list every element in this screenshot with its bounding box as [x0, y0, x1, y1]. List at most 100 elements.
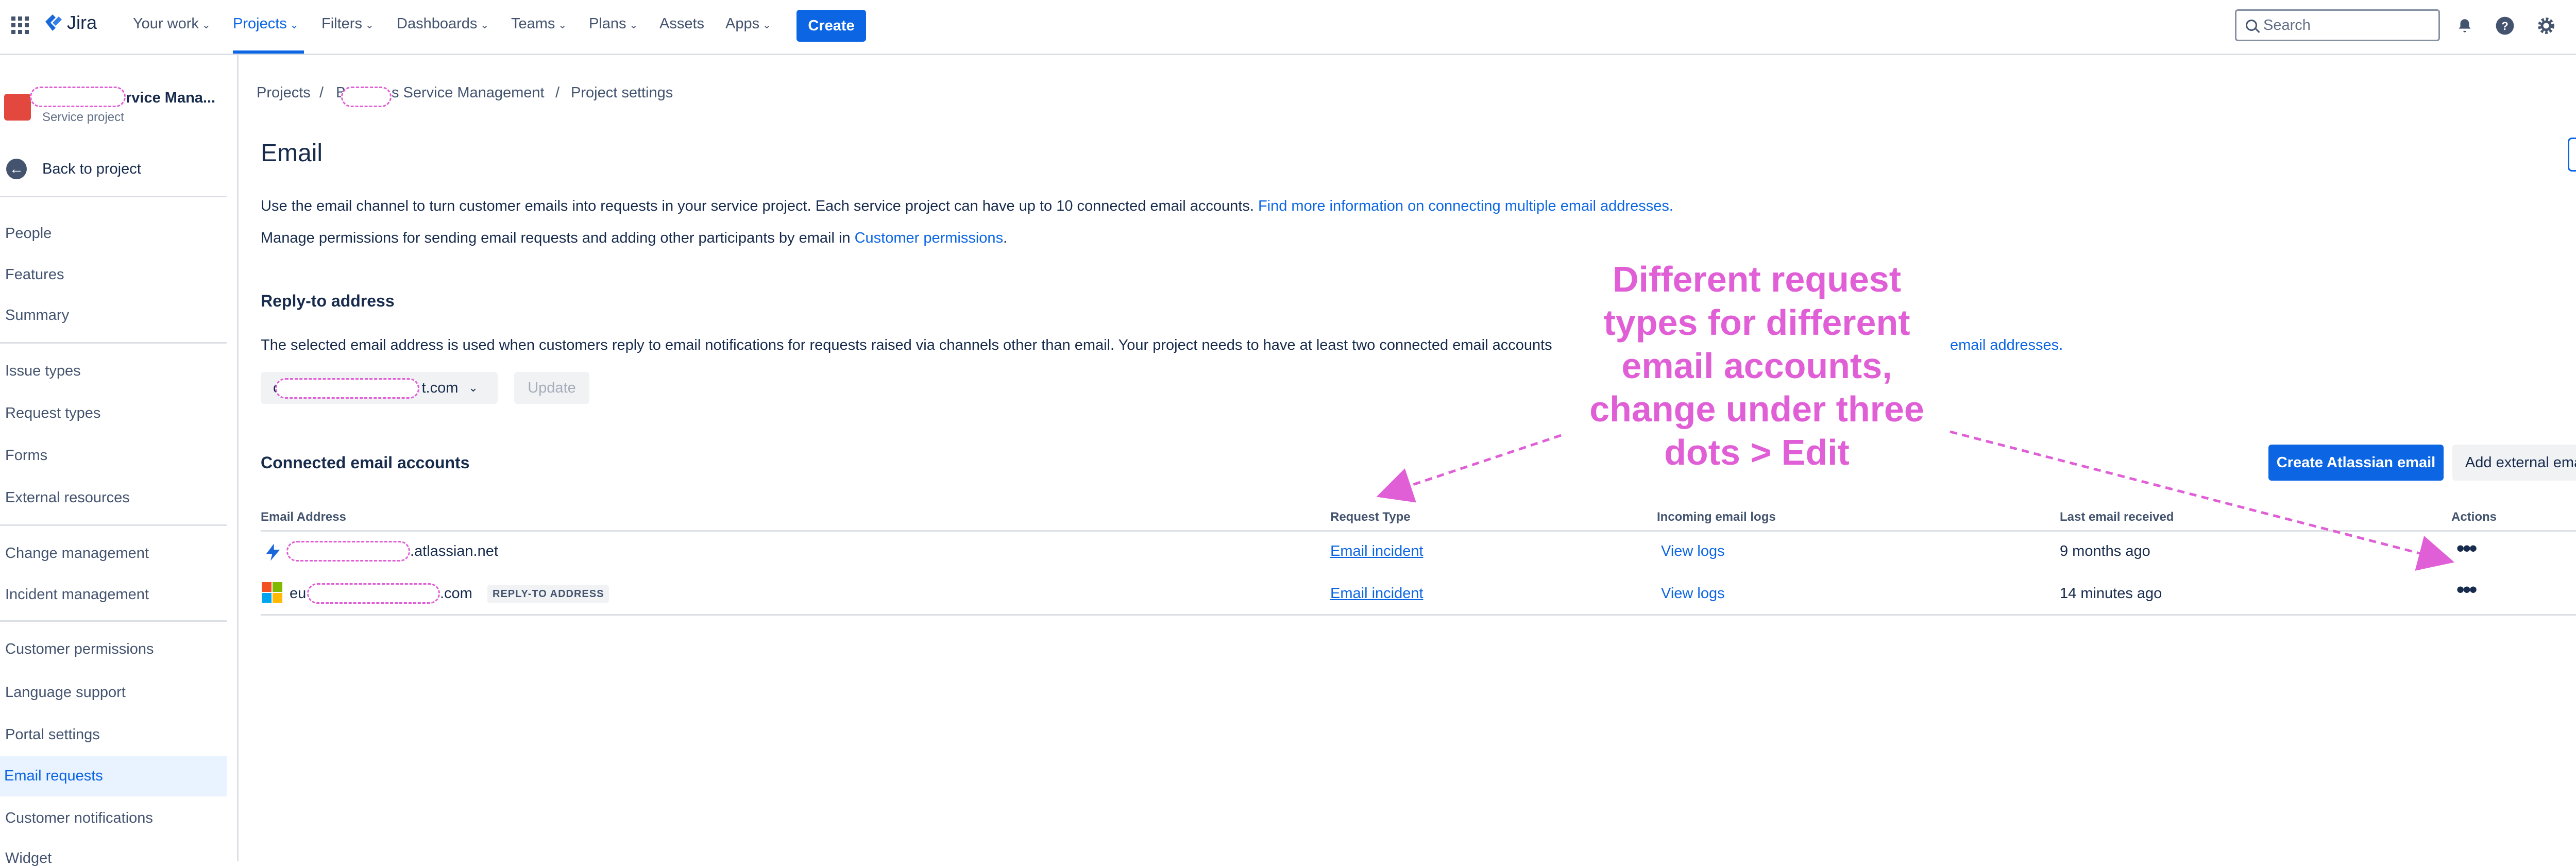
sidebar-item-email-requests[interactable]: Email requests [4, 768, 103, 785]
row-actions-button[interactable]: ••• [2456, 536, 2477, 562]
annotation-line: change under three [1589, 389, 1924, 429]
last-received-cell: 14 minutes ago [2060, 585, 2162, 602]
row-actions-button[interactable]: ••• [2456, 577, 2477, 603]
nav-projects[interactable]: Projects ⌄ [233, 15, 299, 32]
nav-active-indicator [233, 50, 304, 54]
sidebar-item-people[interactable]: People [5, 225, 52, 242]
chevron-down-icon: ⌄ [762, 20, 771, 31]
permissions-suffix: . [1003, 230, 1008, 246]
sidebar-item-customer-notifications[interactable]: Customer notifications [5, 810, 153, 827]
customer-permissions-link[interactable]: Customer permissions [855, 230, 1003, 246]
nav-your-work[interactable]: Your work ⌄ [133, 15, 211, 32]
nav-filters[interactable]: Filters ⌄ [321, 15, 374, 32]
sidebar-item-portal-settings[interactable]: Portal settings [5, 726, 100, 743]
app-switcher-icon[interactable] [11, 16, 29, 34]
back-arrow-icon[interactable]: ← [6, 159, 27, 179]
project-name-text: rvice Mana... [126, 90, 216, 106]
chevron-down-icon: ⌄ [480, 20, 489, 31]
nav-plans[interactable]: Plans ⌄ [589, 15, 638, 32]
nav-label: Your work [133, 15, 199, 32]
sidebar-item-summary[interactable]: Summary [5, 307, 69, 324]
nav-assets[interactable]: Assets [659, 15, 704, 32]
annotation-line: types for different [1603, 302, 1910, 343]
create-button[interactable]: Create [796, 10, 866, 42]
view-logs-link[interactable]: View logs [1661, 543, 1725, 560]
sidebar-divider [0, 342, 227, 344]
notifications-icon[interactable] [2454, 15, 2475, 36]
breadcrumb-project-settings[interactable]: Project settings [571, 84, 673, 101]
breadcrumb-projects[interactable]: Projects [257, 84, 311, 101]
reply-to-address-badge: REPLY-TO ADDRESS [487, 585, 609, 603]
chevron-down-icon: ⌄ [365, 20, 374, 31]
email-address-cell: .atlassian.net [410, 543, 498, 560]
email-suffix: .com [440, 585, 472, 602]
annotation-line: dots > Edit [1664, 432, 1850, 472]
sidebar-item-issue-types[interactable]: Issue types [5, 363, 81, 380]
column-header-email-address: Email Address [261, 510, 346, 524]
top-navigation: Jira Your work ⌄ Projects ⌄ Filters ⌄ Dashb… [0, 0, 2576, 55]
reply-to-link[interactable]: email addresses. [1950, 337, 2063, 354]
sidebar-item-incident-management[interactable]: Incident management [5, 586, 149, 603]
sidebar-divider [0, 524, 227, 526]
column-header-last-received: Last email received [2060, 510, 2174, 524]
redaction-mark [30, 87, 126, 107]
sidebar-item-widget[interactable]: Widget [5, 850, 52, 867]
back-to-project-link[interactable]: Back to project [42, 161, 141, 178]
update-button[interactable]: Update [514, 372, 589, 404]
intro-link[interactable]: Find more information on connecting mult… [1258, 198, 1673, 214]
project-avatar-icon [4, 94, 31, 121]
search-input[interactable]: Search [2235, 9, 2440, 41]
breadcrumb-project-suffix[interactable]: s Service Management [392, 84, 545, 101]
connected-accounts-heading: Connected email accounts [261, 453, 470, 472]
request-type-link[interactable]: Email incident [1330, 543, 1423, 560]
help-icon[interactable]: ? [2495, 15, 2515, 36]
chevron-down-icon: ⌄ [290, 20, 299, 31]
sidebar-item-language-support[interactable]: Language support [5, 684, 126, 701]
nav-label: Projects [233, 15, 287, 32]
project-name[interactable]: rvice Mana... [126, 90, 215, 107]
redaction-mark [307, 583, 440, 604]
app-name: Jira [67, 12, 97, 33]
nav-label: Dashboards [397, 15, 478, 32]
jira-logo[interactable]: Jira [43, 11, 97, 34]
email-suffix: .atlassian.net [410, 543, 498, 559]
annotation-line: Different request [1612, 259, 1902, 299]
sidebar-item-external-resources[interactable]: External resources [5, 489, 130, 506]
sidebar-item-features[interactable]: Features [5, 266, 64, 283]
sidebar-item-change-management[interactable]: Change management [5, 545, 149, 562]
search-icon [2246, 20, 2257, 31]
email-prefix: eu [290, 585, 307, 602]
jira-logo-icon [45, 14, 62, 31]
sidebar-item-forms[interactable]: Forms [5, 447, 47, 464]
redaction-mark [275, 378, 419, 399]
page-title: Email [261, 140, 323, 167]
reply-to-heading: Reply-to address [261, 292, 395, 310]
settings-gear-icon[interactable] [2536, 15, 2556, 36]
permissions-paragraph: Manage permissions for sending email req… [261, 230, 1007, 247]
last-received-cell: 9 months ago [2060, 543, 2150, 559]
nav-dashboards[interactable]: Dashboards ⌄ [397, 15, 489, 32]
annotation-text: Different request types for different em… [1571, 258, 1942, 474]
create-atlassian-email-button[interactable]: Create Atlassian email [2268, 445, 2444, 481]
permissions-text: Manage permissions for sending email req… [261, 230, 851, 246]
view-logs-link[interactable]: View logs [1661, 585, 1725, 602]
sidebar-item-request-types[interactable]: Request types [5, 405, 100, 422]
table-bottom-divider [261, 614, 2576, 616]
reply-to-description: The selected email address is used when … [261, 337, 1552, 353]
intro-text: Use the email channel to turn customer e… [261, 198, 1254, 214]
microsoft-email-icon [262, 582, 282, 603]
add-external-email-button[interactable]: Add external email [2452, 445, 2576, 481]
arrow-to-request-type [1376, 434, 1562, 503]
annotation-line: email accounts, [1621, 346, 1892, 386]
nav-apps[interactable]: Apps ⌄ [725, 15, 771, 32]
column-header-actions: Actions [2451, 510, 2497, 524]
nav-label: Apps [725, 15, 760, 32]
more-actions-button[interactable]: ••• [2568, 138, 2576, 172]
nav-label: Filters [321, 15, 362, 32]
nav-teams[interactable]: Teams ⌄ [511, 15, 567, 32]
request-type-link[interactable]: Email incident [1330, 585, 1423, 602]
sidebar-item-customer-permissions[interactable]: Customer permissions [5, 641, 154, 658]
email-suffix-cell: .com [440, 585, 472, 602]
search-placeholder: Search [2263, 16, 2311, 33]
sidebar-divider [0, 196, 227, 197]
